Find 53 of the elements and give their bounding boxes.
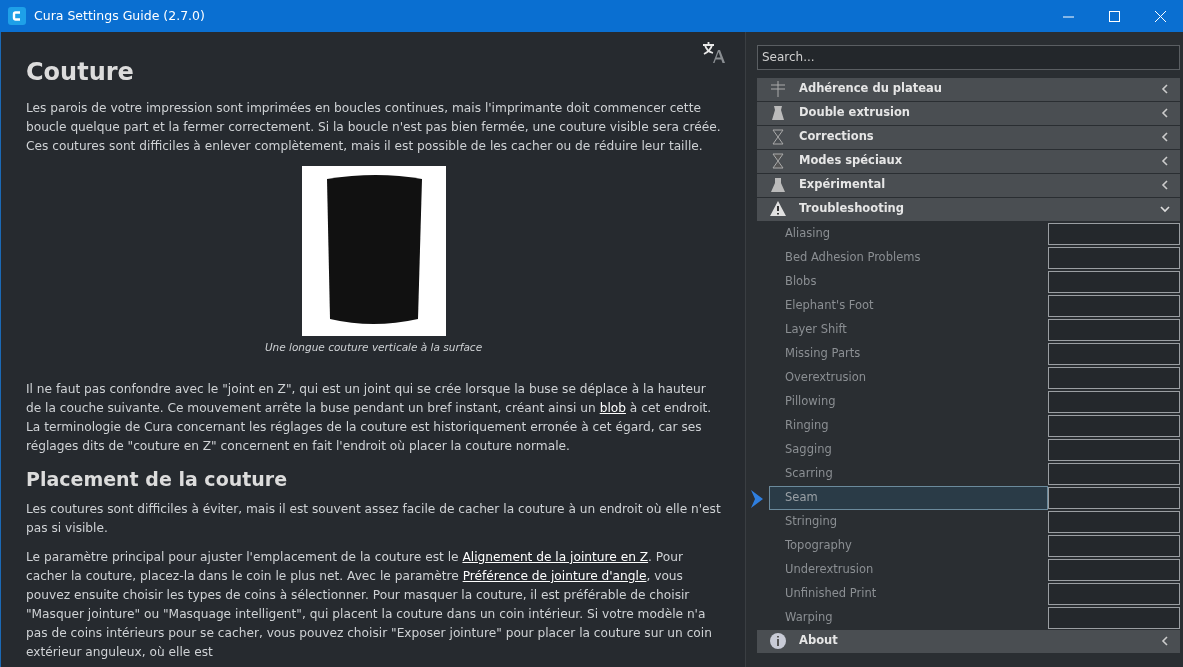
section-heading: Placement de la couture [26,467,289,491]
app-logo-icon [8,7,26,25]
link[interactable]: blob [599,400,626,415]
setting-item[interactable]: Stringing [769,509,1048,534]
category-header[interactable]: About [757,629,1180,654]
setting-item[interactable]: Layer Shift [769,317,1048,342]
setting-item[interactable]: Seam [769,485,1048,510]
category-label: Expérimental [799,176,887,194]
setting-item[interactable]: Unfinished Print [769,581,1048,606]
category-header[interactable]: Double extrusion [757,101,1180,126]
info-icon [769,632,787,650]
setting-item[interactable]: Pillowing [769,389,1048,414]
maximize-icon [1108,10,1120,22]
hourglass-icon [769,152,787,170]
search-field[interactable]: Search... [757,44,1180,70]
paragraph: Le paramètre principal pour ajuster l'emplacement de la couture est le Alignement de la jointure en Z. Pour cacher la couture, placez-la dans le coin le plus net. Avec le paramètre Préférence de jointure d'angle, vous pouvez ensuite choisir les types de coins à sélectionner. Pour masquer la couture, il est préférable de choisir "Masquer jointure" ou "Masquage intelligent", qui placent la couture dans un coin intérieur. Si votre modèle n'a pas de coins intérieurs pour se cacher, vous pouvez choisir "Exposer jointure" pour placer la couture sur un coin extérieur anguleux, où elle est [26,549,713,662]
category-header[interactable]: Corrections [757,125,1180,150]
category-header[interactable]: Modes spéciaux [757,149,1180,174]
window-title: Cura Settings Guide (2.7.0) [34,6,205,25]
category-label: Adhérence du plateau [799,80,943,98]
bed-lines-icon [769,80,787,98]
setting-item[interactable]: Topography [769,533,1048,558]
setting-item[interactable]: Blobs [769,269,1048,294]
setting-item[interactable]: Sagging [769,437,1048,462]
paragraph: Les parois de votre impression sont imprimées en boucles continues, mais l'imprimante doit commencer cette boucle quelque part et la fermer correctement. Si la boucle n'est pas bien fermée, une couture visible sera créée. Ces coutures sont difficiles à enlever complètement, mais il est possible de les cacher ou de réduire leur taille. [26,99,721,155]
warning-icon [769,200,787,218]
setting-item[interactable]: Elephant's Foot [769,293,1048,318]
category-label: Double extrusion [799,104,912,122]
close-icon [1154,10,1166,22]
setting-item[interactable]: Warping [769,605,1048,630]
category-label: Corrections [799,128,875,146]
category-label: Modes spéciaux [799,152,904,170]
setting-item[interactable]: Aliasing [769,221,1048,246]
article-title: Couture [26,58,135,87]
category-label: Troubleshooting [799,200,905,218]
category-header[interactable]: Expérimental [757,173,1180,198]
figure-caption: Une longue couture verticale à la surface [264,339,483,355]
paragraph: Il ne faut pas confondre avec le "joint en Z", qui est un joint qui se crée lorsque la buse se déplace à la hauteur de la couche suivante. Ce mouvement arrête la buse pendant un bref instant, créant ainsi un blob à cet endroit. La terminologie de Cura concernant les réglages de la couture est historiquement erronée à cet égard, car ses réglages dits de "couture en Z" concernent en fait l'endroit où placer la couture normale. [26,380,713,455]
paragraph: Les coutures sont difficiles à éviter, mais il est souvent assez facile de cacher la couture à un endroit où elle n'est pas si visible. [26,501,721,538]
hourglass-icon [769,128,787,146]
flask-icon [769,176,787,194]
setting-item[interactable]: Overextrusion [769,365,1048,390]
setting-item[interactable]: Missing Parts [769,341,1048,366]
setting-item[interactable]: Scarring [769,461,1048,486]
category-header[interactable]: Troubleshooting [757,197,1180,222]
translate-icon[interactable] [701,40,725,64]
category-label: About [799,632,839,650]
link[interactable]: Préférence de jointure d'angle [462,569,647,584]
category-header[interactable]: Adhérence du plateau [757,77,1180,102]
flask-icon [769,104,787,122]
setting-item[interactable]: Ringing [769,413,1048,438]
setting-item[interactable]: Bed Adhesion Problems [769,245,1048,270]
setting-item[interactable]: Underextrusion [769,557,1048,582]
